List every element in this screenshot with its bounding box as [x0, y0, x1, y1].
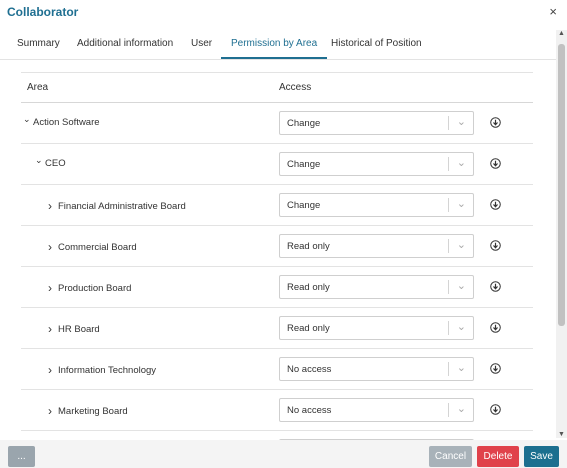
select-separator: [448, 239, 449, 253]
tab-historical-of-position[interactable]: Historical of Position: [331, 38, 422, 59]
chevron-down-icon[interactable]: ⌄: [457, 238, 466, 251]
access-select-value: Change: [287, 200, 321, 211]
download-circle-icon[interactable]: [490, 117, 501, 128]
table-row: › Production Board Read only ⌄: [21, 267, 533, 308]
scroll-down-arrow-icon[interactable]: ▼: [558, 431, 565, 438]
table-row: › Commercial Board Read only ⌄: [21, 226, 533, 267]
save-button[interactable]: Save: [524, 446, 559, 467]
download-circle-icon[interactable]: [490, 199, 501, 210]
access-select[interactable]: Read only ⌄: [279, 234, 474, 258]
select-separator: [448, 403, 449, 417]
tab-permission-by-area[interactable]: Permission by Area: [221, 38, 328, 59]
column-header-access: Access: [279, 82, 312, 93]
access-select-value: No access: [287, 405, 332, 416]
area-cell: › Information Technology: [48, 363, 156, 377]
table-row: ⌄ Action Software Change ⌄: [21, 103, 533, 144]
content-scroll-area: Area Access ⌄ Action Software Change ⌄ ⌄ CEO C…: [0, 60, 556, 440]
tab-summary[interactable]: Summary: [17, 38, 60, 59]
access-select-value: Read only: [287, 282, 330, 293]
chevron-down-icon[interactable]: ⌄: [457, 156, 466, 169]
area-cell: › HR Board: [48, 322, 100, 336]
chevron-down-icon[interactable]: ⌄: [457, 197, 466, 210]
area-cell: › Marketing Board: [48, 404, 128, 418]
delete-button[interactable]: Delete: [477, 446, 519, 467]
access-select[interactable]: Read only ⌄: [279, 275, 474, 299]
access-select[interactable]: No access ⌄: [279, 357, 474, 381]
table-body: ⌄ Action Software Change ⌄ ⌄ CEO Change ⌄ › Finan…: [21, 103, 533, 440]
dialog-footer: ... Cancel Delete Save: [0, 440, 567, 468]
table-row: › HR Board Read only ⌄: [21, 308, 533, 349]
download-circle-icon[interactable]: [490, 404, 501, 415]
column-header-area: Area: [27, 82, 49, 93]
area-name: Production Board: [58, 282, 132, 294]
area-name: Financial Administrative Board: [58, 200, 186, 212]
access-select[interactable]: Change ⌄: [279, 111, 474, 135]
access-select-value: Change: [287, 118, 321, 129]
chevron-down-icon[interactable]: ⌄: [457, 279, 466, 292]
chevron-right-icon[interactable]: ›: [48, 404, 58, 418]
select-separator: [448, 116, 449, 130]
tab-user[interactable]: User: [191, 38, 212, 59]
area-cell: › Commercial Board: [48, 240, 137, 254]
access-select-value: Read only: [287, 241, 330, 252]
table-row: ⌄ CEO Change ⌄: [21, 144, 533, 185]
dialog-title: Collaborator: [7, 5, 79, 19]
table-header: Area Access: [21, 72, 533, 103]
access-select-value: Change: [287, 159, 321, 170]
area-cell: › Financial Administrative Board: [48, 199, 186, 213]
area-cell: ⌄ CEO: [35, 155, 66, 169]
access-select-value: Read only: [287, 323, 330, 334]
chevron-down-icon[interactable]: ⌄: [457, 115, 466, 128]
tab-additional-information[interactable]: Additional information: [77, 38, 173, 59]
select-separator: [448, 157, 449, 171]
chevron-down-icon[interactable]: ⌄: [457, 320, 466, 333]
access-select[interactable]: Read only ⌄: [279, 316, 474, 340]
chevron-right-icon[interactable]: ›: [48, 281, 58, 295]
table-row-partial: [21, 431, 533, 440]
tab-bar: Summary Additional information User Perm…: [0, 30, 556, 60]
access-select[interactable]: No access ⌄: [279, 398, 474, 422]
scroll-up-arrow-icon[interactable]: ▲: [558, 30, 565, 37]
access-select[interactable]: Change ⌄: [279, 152, 474, 176]
scroll-thumb[interactable]: [558, 44, 565, 326]
dialog-header: Collaborator ×: [0, 0, 567, 26]
access-select[interactable]: Change ⌄: [279, 193, 474, 217]
area-name: Action Software: [33, 117, 100, 128]
select-separator: [448, 362, 449, 376]
chevron-down-icon[interactable]: ⌄: [457, 402, 466, 415]
more-options-button[interactable]: ...: [8, 446, 35, 467]
chevron-right-icon[interactable]: ›: [48, 240, 58, 254]
access-select-value: No access: [287, 364, 332, 375]
chevron-right-icon[interactable]: ›: [48, 363, 58, 377]
select-separator: [448, 321, 449, 335]
select-separator: [448, 198, 449, 212]
download-circle-icon[interactable]: [490, 158, 501, 169]
chevron-down-icon[interactable]: ⌄: [35, 155, 45, 166]
vertical-scrollbar[interactable]: ▲ ▼: [556, 30, 567, 438]
chevron-down-icon[interactable]: ⌄: [23, 114, 33, 125]
area-name: Commercial Board: [58, 241, 137, 253]
area-cell: › Production Board: [48, 281, 131, 295]
download-circle-icon[interactable]: [490, 322, 501, 333]
table-row: › Marketing Board No access ⌄: [21, 390, 533, 431]
chevron-down-icon[interactable]: ⌄: [457, 361, 466, 374]
download-circle-icon[interactable]: [490, 240, 501, 251]
close-icon[interactable]: ×: [549, 4, 557, 19]
area-name: Marketing Board: [58, 405, 128, 417]
area-name: HR Board: [58, 323, 100, 335]
table-row: › Information Technology No access ⌄: [21, 349, 533, 390]
download-circle-icon[interactable]: [490, 281, 501, 292]
select-separator: [448, 280, 449, 294]
permission-table: Area Access ⌄ Action Software Change ⌄ ⌄ CEO C…: [21, 72, 533, 440]
area-name: CEO: [45, 158, 66, 169]
area-cell: ⌄ Action Software: [23, 114, 100, 128]
table-row: › Financial Administrative Board Change ⌄: [21, 185, 533, 226]
chevron-right-icon[interactable]: ›: [48, 199, 58, 213]
download-circle-icon[interactable]: [490, 363, 501, 374]
chevron-right-icon[interactable]: ›: [48, 322, 58, 336]
area-name: Information Technology: [58, 364, 157, 376]
cancel-button[interactable]: Cancel: [429, 446, 472, 467]
